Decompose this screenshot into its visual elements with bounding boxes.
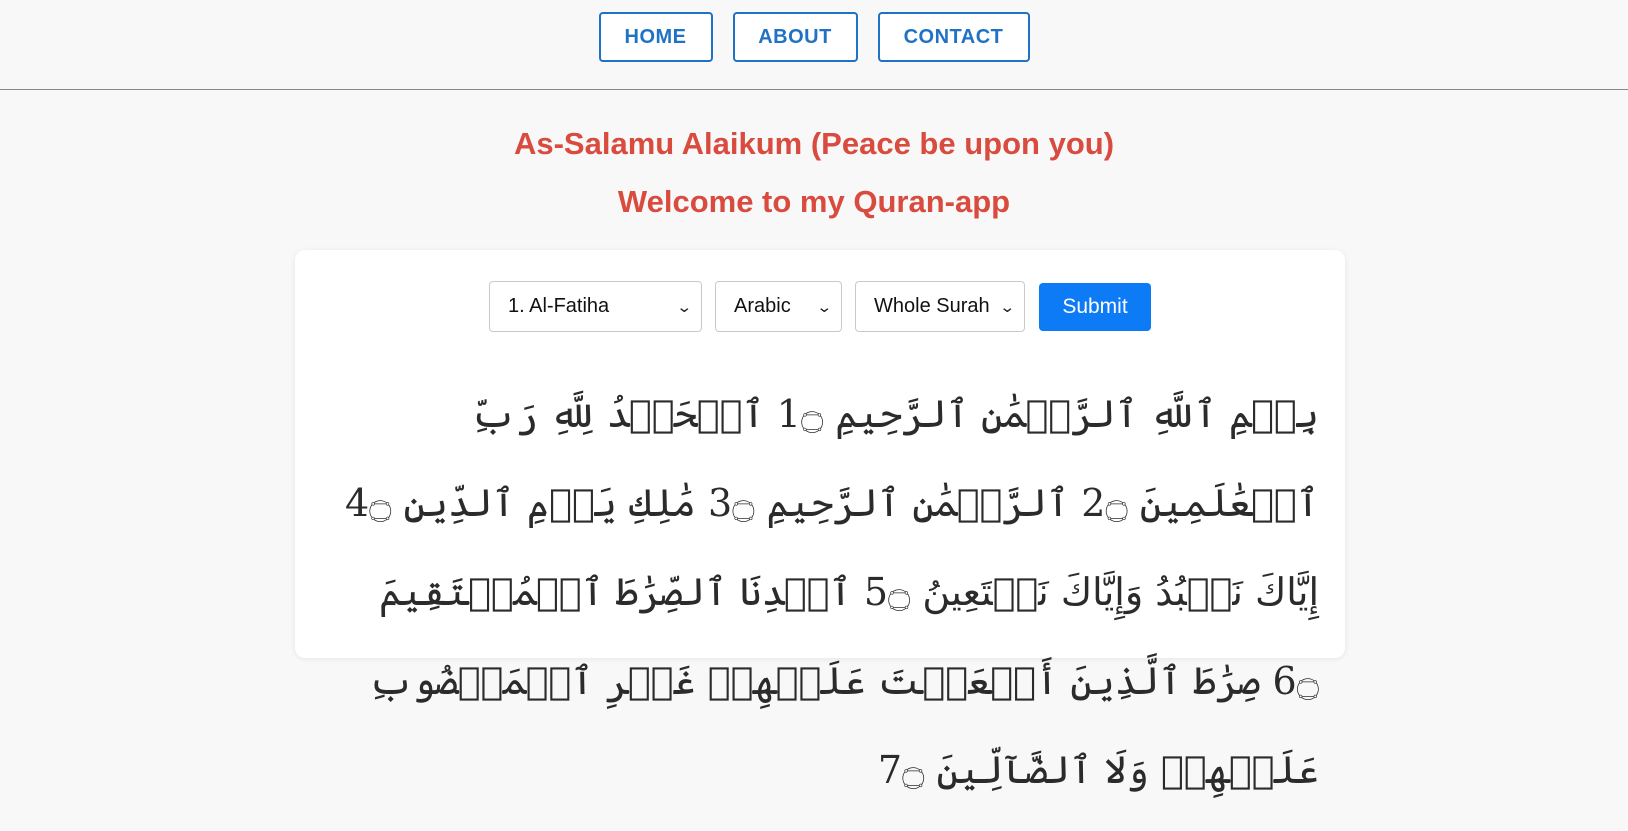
verse-number: 5 — [863, 570, 889, 614]
verse-text: ٱلرَّحۡمَٰنِ ٱلرَّحِيمِ — [766, 481, 1070, 525]
ayah-end-icon: ۝ — [1105, 481, 1128, 525]
verse-number: 3 — [708, 481, 733, 525]
ayah-end-icon: ۝ — [732, 481, 755, 525]
language-select[interactable]: Arabic ⌄ — [715, 281, 842, 332]
verse-text: إِيَّاكَ نَعۡبُدُ وَإِيَّاكَ نَسۡتَعِينُ — [922, 570, 1319, 614]
verse-number: 2 — [1081, 481, 1106, 525]
ayah-end-icon: ۝ — [1296, 659, 1319, 703]
chevron-down-icon: ⌄ — [676, 298, 693, 316]
controls-bar: 1. Al-Fatiha ⌄ Arabic ⌄ Whole Surah ⌄ Su… — [295, 281, 1345, 332]
language-select-value: Arabic — [734, 295, 791, 317]
verse-text: ٱهۡدِنَا ٱلصِّرَٰطَ ٱلۡمُسۡتَقِيمَ — [379, 570, 852, 614]
ayah-end-icon: ۝ — [902, 748, 925, 792]
surah-select-value: 1. Al-Fatiha — [508, 295, 610, 317]
quran-card: 1. Al-Fatiha ⌄ Arabic ⌄ Whole Surah ⌄ Su… — [295, 250, 1345, 792]
verse-text: صِرَٰطَ ٱلَّذِينَ أَنۡعَمۡتَ عَلَيۡهِمۡ … — [368, 659, 1319, 792]
chevron-down-icon: ⌄ — [999, 298, 1016, 316]
welcome-heading: Welcome to my Quran-app — [617, 184, 1011, 219]
verse-number: 1 — [776, 392, 801, 436]
verse-5: إِيَّاكَ نَعۡبُدُ وَإِيَّاكَ نَسۡتَعِينُ… — [864, 570, 1319, 614]
submit-button[interactable]: Submit — [1039, 282, 1151, 331]
range-select-value: Whole Surah — [874, 295, 990, 317]
greeting-heading: As-Salamu Alaikum (Peace be upon you) — [513, 126, 1115, 161]
verse-1: بِسۡمِ ٱللَّهِ ٱلرَّحۡمَٰنِ ٱلرَّحِيمِ 1… — [777, 392, 1319, 436]
verse-number: 4 — [344, 481, 370, 525]
contact-button[interactable]: CONTACT — [877, 12, 1030, 62]
verse-number: 6 — [1272, 659, 1297, 703]
navbar: HOME ABOUT CONTACT — [0, 0, 1628, 90]
verse-4: مَٰلِكِ يَوۡمِ ٱلدِّينِ 4۝ — [345, 481, 696, 525]
verse-3: ٱلرَّحۡمَٰنِ ٱلرَّحِيمِ 3۝ — [708, 481, 1069, 525]
chevron-down-icon: ⌄ — [816, 298, 833, 316]
ayah-end-icon: ۝ — [800, 392, 824, 436]
home-button[interactable]: HOME — [598, 12, 713, 62]
verse-text: مَٰلِكِ يَوۡمِ ٱلدِّينِ — [403, 481, 696, 525]
ayah-end-icon: ۝ — [888, 570, 911, 614]
surah-select[interactable]: 1. Al-Fatiha ⌄ — [489, 281, 702, 332]
verse-text: بِسۡمِ ٱللَّهِ ٱلرَّحۡمَٰنِ ٱلرَّحِيمِ — [835, 392, 1319, 436]
range-select[interactable]: Whole Surah ⌄ — [855, 281, 1025, 332]
verse-7: صِرَٰطَ ٱلَّذِينَ أَنۡعَمۡتَ عَلَيۡهِمۡ … — [369, 659, 1319, 792]
verses-text: بِسۡمِ ٱللَّهِ ٱلرَّحۡمَٰنِ ٱلرَّحِيمِ 1… — [325, 370, 1319, 815]
ayah-end-icon: ۝ — [369, 481, 392, 525]
verse-number: 7 — [877, 748, 903, 792]
about-button[interactable]: ABOUT — [732, 12, 858, 62]
